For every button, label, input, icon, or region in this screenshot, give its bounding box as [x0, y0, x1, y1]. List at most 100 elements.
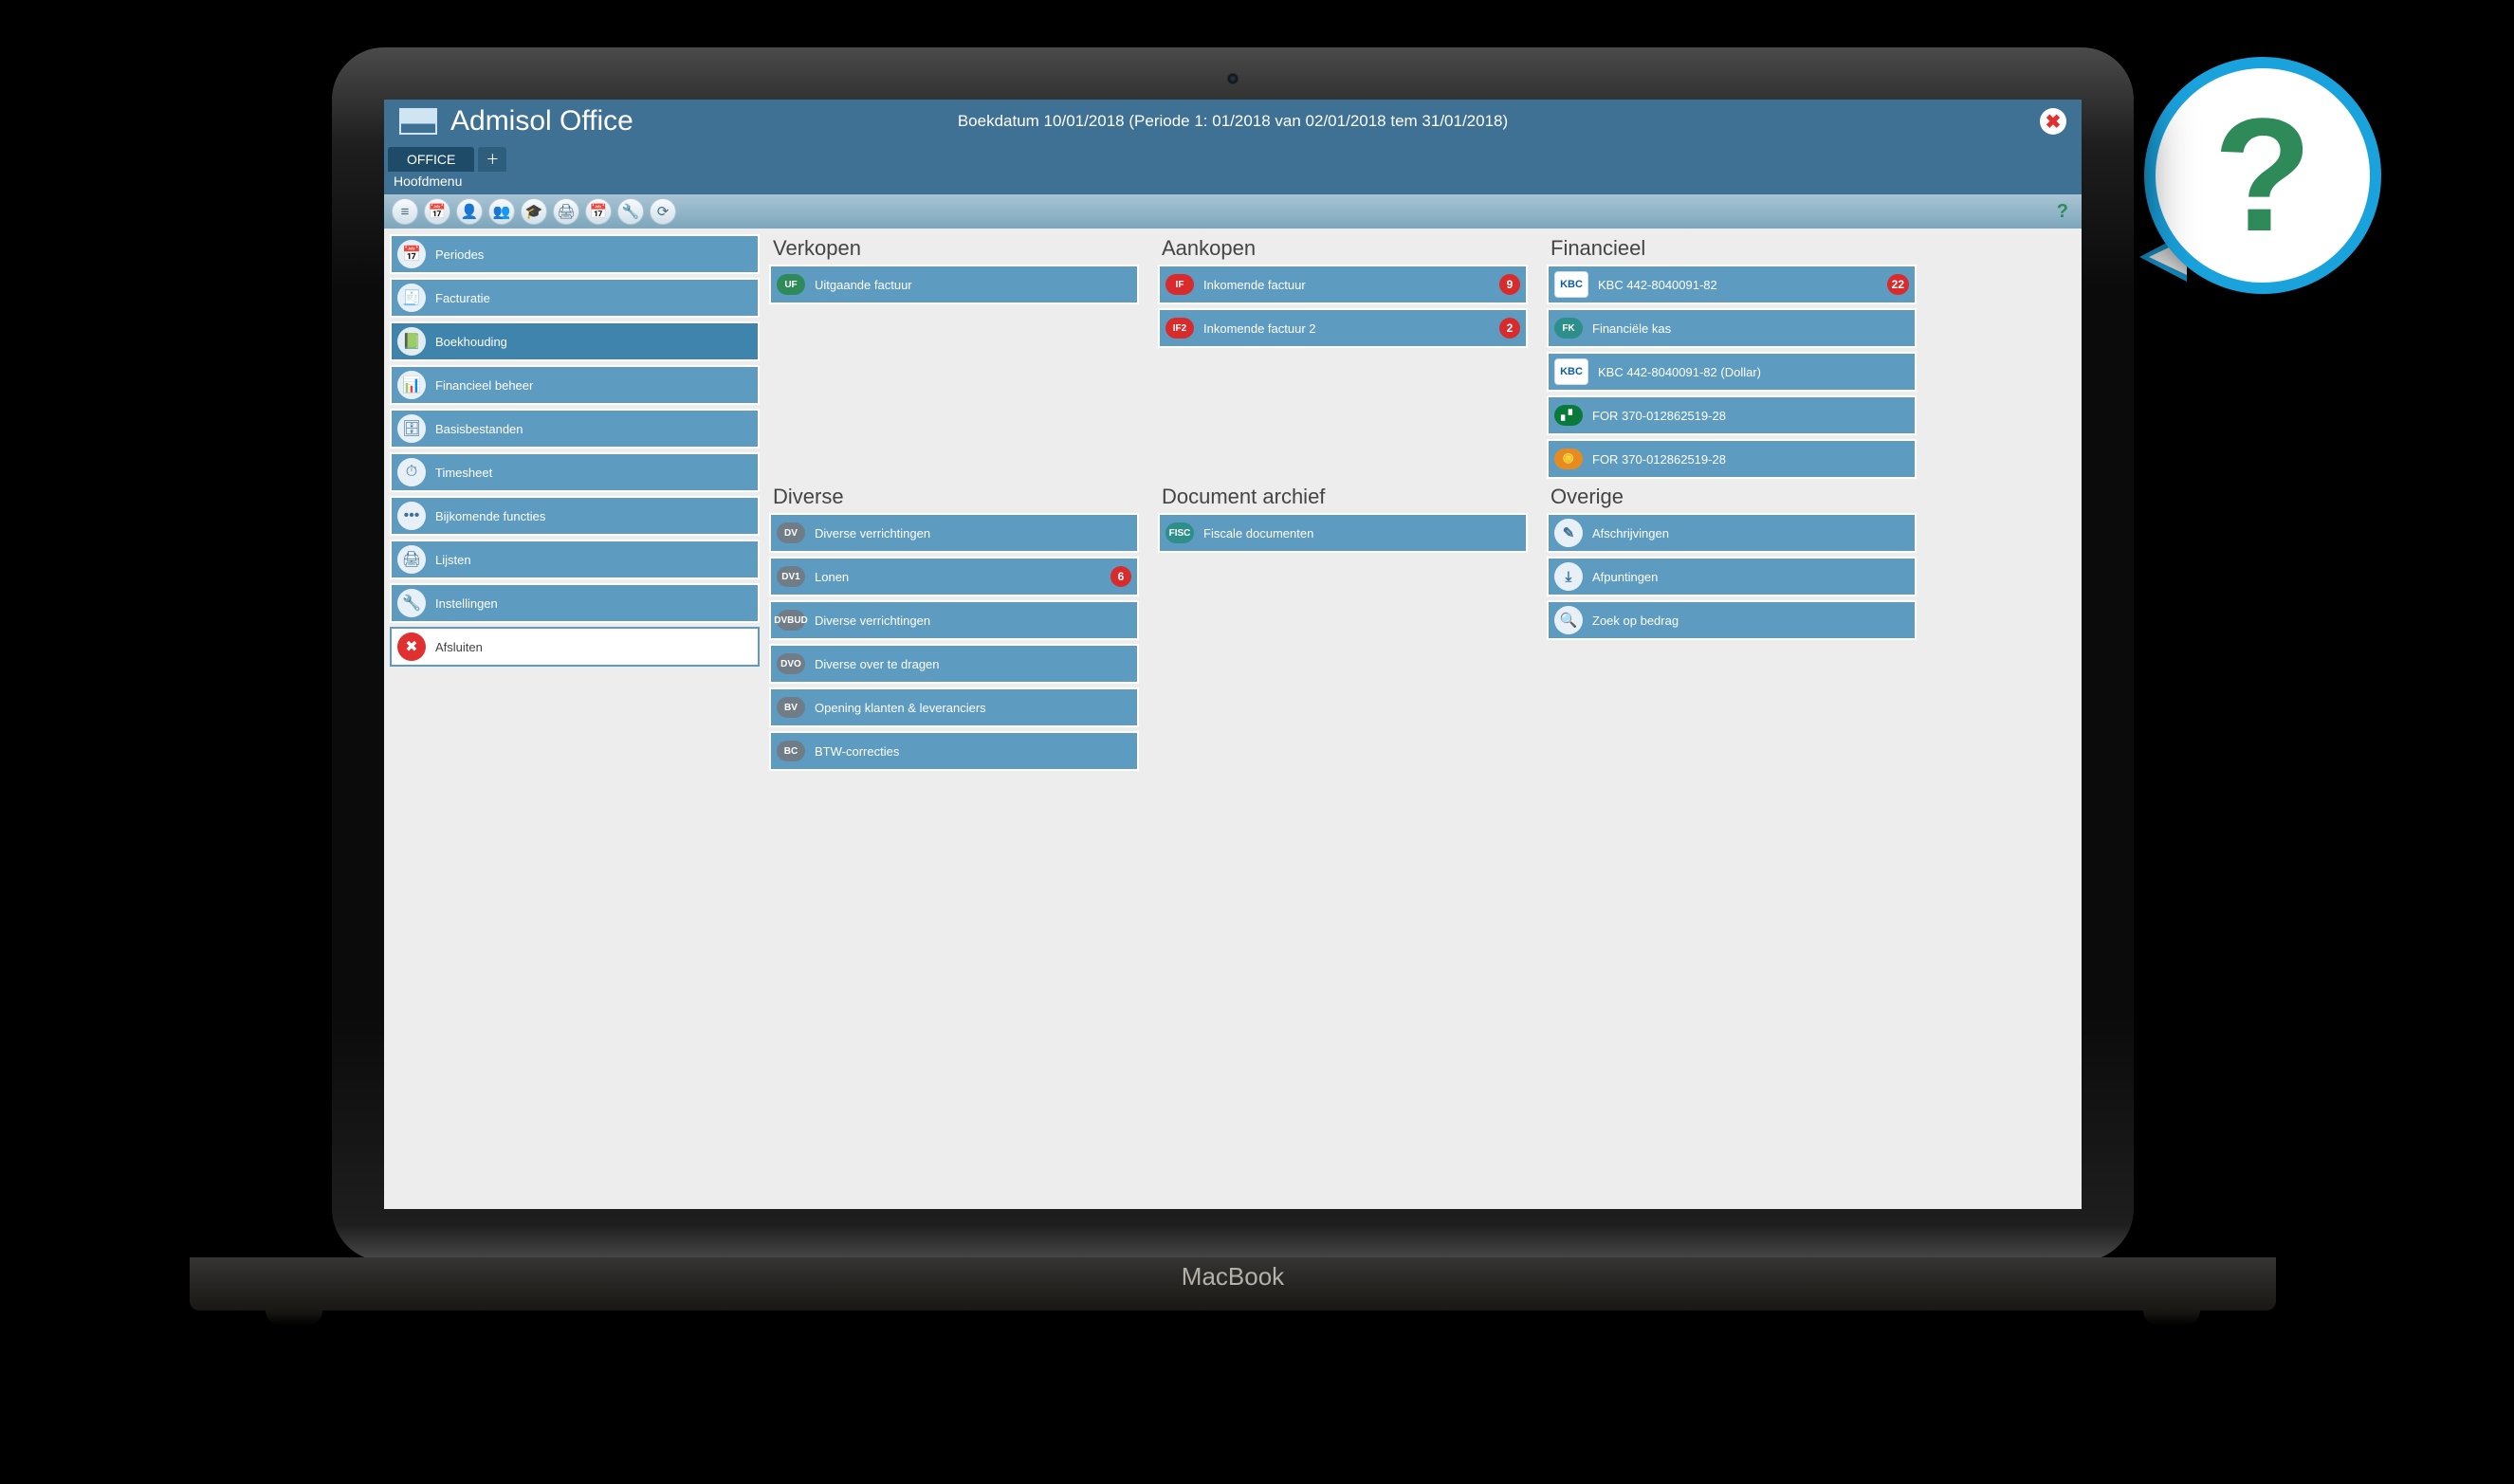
card-verkopen-0[interactable]: UF Uitgaande factuur [769, 265, 1139, 304]
card-overige-0[interactable]: ✎ Afschrijvingen [1547, 513, 1917, 553]
laptop-lid: Admisol Office Boekdatum 10/01/2018 (Per… [332, 47, 2134, 1261]
card-badge: 22 [1887, 274, 1909, 295]
toolbar-button-2[interactable]: 👤 [456, 198, 483, 225]
card-chip-icon: KBC [1554, 358, 1588, 385]
card-financieel-2[interactable]: KBC KBC 442-8040091-82 (Dollar) [1547, 352, 1917, 392]
card-chip-icon: ✎ [1554, 519, 1583, 547]
card-chip-icon: DV1 [777, 566, 805, 587]
card-chip-icon: IF [1165, 274, 1194, 295]
app-status-text: Boekdatum 10/01/2018 (Periode 1: 01/2018… [958, 112, 1508, 131]
card-diverse-3[interactable]: DVODiverse over te dragen [769, 644, 1139, 684]
sidebar-item-basisbestanden[interactable]: 🗄Basisbestanden [390, 409, 760, 449]
card-chip-icon: FK [1554, 318, 1583, 339]
toolbar-button-0[interactable]: ≡ [392, 198, 418, 225]
sidebar-item-financieel-beheer[interactable]: 📊 Financieel beheer [390, 365, 760, 405]
section-title-overige: Overige [1551, 485, 1917, 509]
toolbar-button-1[interactable]: 📅 [424, 198, 450, 225]
card-diverse-1[interactable]: DV1 Lonen 6 [769, 557, 1139, 596]
card-chip-icon: ▖▘ [1554, 405, 1583, 426]
card-label: Afpuntingen [1592, 570, 1658, 584]
card-chip-icon: 🔍 [1554, 606, 1583, 634]
sidebar-item-label: Lijsten [435, 553, 471, 567]
app-title-text: Admisol Office [450, 105, 633, 137]
card-chip-icon: DV [777, 522, 805, 543]
card-diverse-2[interactable]: DVBUDDiverse verrichtingen [769, 600, 1139, 640]
sidebar-item-periodes[interactable]: 📅Periodes [390, 234, 760, 274]
sidebar-item-label: Financieel beheer [435, 378, 533, 393]
card-financieel-1[interactable]: FK Financiële kas [1547, 308, 1917, 348]
card-label: Financiële kas [1592, 321, 1671, 336]
sidebar: 📅Periodes🧾Facturatie 📗 Boekhouding 📊 Financi… [390, 234, 760, 775]
sidebar-item-boekhouding[interactable]: 📗 Boekhouding [390, 321, 760, 361]
📊-icon: 📊 [397, 371, 426, 399]
toolbar-button-5[interactable]: 🖨 [553, 198, 579, 225]
🧾-icon: 🧾 [397, 284, 426, 312]
card-label: Afschrijvingen [1592, 526, 1669, 540]
laptop-frame: Admisol Office Boekdatum 10/01/2018 (Per… [332, 47, 2134, 1310]
question-mark-icon: ? [2213, 95, 2312, 256]
sidebar-item-bijkomende-functies[interactable]: •••Bijkomende functies [390, 496, 760, 536]
toolbar-button-3[interactable]: 👥 [488, 198, 515, 225]
laptop-camera [1227, 73, 1239, 84]
card-label: Lonen [815, 570, 849, 584]
card-label: KBC 442-8040091-82 [1598, 278, 1717, 292]
card-label: KBC 442-8040091-82 (Dollar) [1598, 365, 1761, 379]
toolbar-button-4[interactable]: 🎓 [521, 198, 547, 225]
card-chip-icon: BC [777, 741, 805, 761]
🔧-icon: 🔧 [397, 589, 426, 617]
card-label: Diverse over te dragen [815, 657, 940, 671]
card-overige-1[interactable]: ⤓ Afpuntingen [1547, 557, 1917, 596]
card-chip-icon: ⤓ [1554, 562, 1583, 591]
card-aankopen-1[interactable]: IF2Inkomende factuur 22 [1158, 308, 1528, 348]
card-diverse-5[interactable]: BC BTW-correcties [769, 731, 1139, 771]
section-title-financieel: Financieel [1551, 236, 1917, 261]
sidebar-item-label: Boekhouding [435, 335, 507, 349]
app-screen: Admisol Office Boekdatum 10/01/2018 (Per… [384, 100, 2082, 1209]
sidebar-item-timesheet[interactable]: ⏱Timesheet [390, 452, 760, 492]
card-label: Uitgaande factuur [815, 278, 912, 292]
help-bubble[interactable]: ? [2144, 57, 2381, 294]
tab-add-button[interactable]: ＋ [478, 147, 506, 172]
section-title-verkopen: Verkopen [773, 236, 1139, 261]
card-overige-2[interactable]: 🔍Zoek op bedrag [1547, 600, 1917, 640]
card-chip-icon: FISC [1165, 522, 1194, 543]
card-label: FOR 370-012862519-28 [1592, 452, 1726, 467]
tab-bar: OFFICE ＋ [384, 143, 2082, 172]
breadcrumb: Hoofdmenu [384, 172, 2082, 194]
sidebar-item-lijsten[interactable]: 🖨 Lijsten [390, 540, 760, 579]
🗄-icon: 🗄 [397, 414, 426, 443]
toolbar: ≡📅👤👥🎓🖨📅🔧⟳ ? [384, 194, 2082, 229]
section-title-aankopen: Aankopen [1162, 236, 1528, 261]
sidebar-item-facturatie[interactable]: 🧾Facturatie [390, 278, 760, 318]
sidebar-item-instellingen[interactable]: 🔧Instellingen [390, 583, 760, 623]
workspace: 📅Periodes🧾Facturatie 📗 Boekhouding 📊 Financi… [384, 229, 2082, 780]
sidebar-item-afsluiten[interactable]: ✖Afsluiten [390, 627, 760, 667]
card-label: Diverse verrichtingen [815, 526, 930, 540]
sidebar-item-label: Afsluiten [435, 640, 483, 654]
toolbar-button-6[interactable]: 📅 [585, 198, 612, 225]
card-label: FOR 370-012862519-28 [1592, 409, 1726, 423]
card-diverse-0[interactable]: DV Diverse verrichtingen [769, 513, 1139, 553]
card-docarchief-0[interactable]: FISCFiscale documenten [1158, 513, 1528, 553]
card-chip-icon: 🪙 [1554, 449, 1583, 469]
toolbar-button-8[interactable]: ⟳ [650, 198, 676, 225]
card-label: BTW-correcties [815, 744, 899, 759]
app-title-bar: Admisol Office Boekdatum 10/01/2018 (Per… [384, 100, 2082, 143]
📗-icon: 📗 [397, 327, 426, 356]
card-chip-icon: UF [777, 274, 805, 295]
card-financieel-0[interactable]: KBCKBC 442-8040091-8222 [1547, 265, 1917, 304]
toolbar-button-7[interactable]: 🔧 [617, 198, 644, 225]
card-financieel-3[interactable]: ▖▘ FOR 370-012862519-28 [1547, 395, 1917, 435]
macbook-label: MacBook [1182, 1262, 1284, 1291]
tab-office[interactable]: OFFICE [388, 147, 474, 172]
card-badge: 9 [1499, 274, 1520, 295]
card-diverse-4[interactable]: BVOpening klanten & leveranciers [769, 687, 1139, 727]
app-close-button[interactable]: ✖ [2040, 108, 2066, 135]
toolbar-help-button[interactable]: ? [2051, 198, 2074, 225]
card-badge: 2 [1499, 318, 1520, 339]
card-chip-icon: BV [777, 697, 805, 718]
🖨-icon: 🖨 [397, 545, 426, 574]
card-badge: 6 [1110, 566, 1131, 587]
card-financieel-4[interactable]: 🪙 FOR 370-012862519-28 [1547, 439, 1917, 479]
card-aankopen-0[interactable]: IFInkomende factuur9 [1158, 265, 1528, 304]
